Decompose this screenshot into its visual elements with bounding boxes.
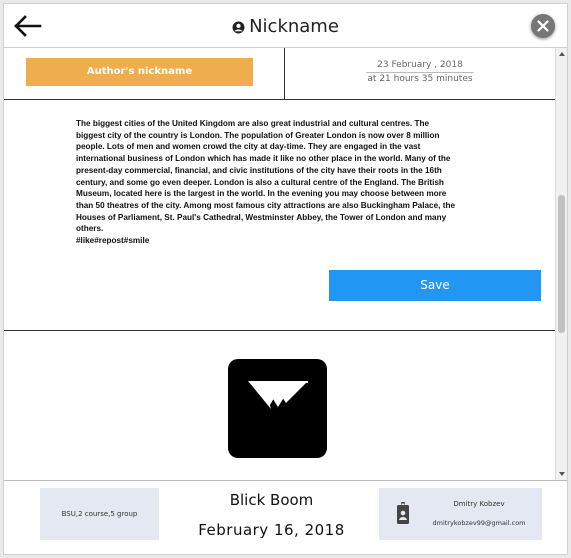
scroll-up-arrow-icon[interactable] xyxy=(557,49,567,59)
footer-bar: BSU,2 course,5 group Blick Boom February… xyxy=(4,480,567,554)
vertical-scrollbar[interactable] xyxy=(555,48,567,480)
post-scroll-area[interactable]: Author's nickname 23 February , 2018 at … xyxy=(4,48,567,480)
footer-group-text: BSU,2 course,5 group xyxy=(61,510,138,518)
post-date: 23 February , 2018 at 21 hours 35 minute… xyxy=(285,60,555,85)
footer-brand: Blick Boom February 16, 2018 xyxy=(164,491,379,539)
post-date-day: 23 February , 2018 xyxy=(377,60,463,70)
footer-date: February 16, 2018 xyxy=(198,521,345,539)
scroll-down-arrow-icon[interactable] xyxy=(557,469,567,479)
page-title: Nickname xyxy=(4,16,567,37)
account-circle-icon xyxy=(232,21,245,34)
scrollbar-thumb[interactable] xyxy=(558,195,565,333)
section-divider xyxy=(4,330,555,331)
post-meta-row: Author's nickname 23 February , 2018 at … xyxy=(4,48,555,100)
footer-title: Blick Boom xyxy=(229,491,314,509)
image-placeholder-icon xyxy=(248,381,308,409)
contact-email[interactable]: dmitrykobzev99@gmail.com xyxy=(419,519,539,527)
dialog-window: Nickname Author's nickname 23 February ,… xyxy=(3,3,568,555)
footer-info-card: BSU,2 course,5 group xyxy=(40,488,159,540)
badge-icon xyxy=(397,502,409,524)
post-body: The biggest cities of the United Kingdom… xyxy=(76,118,456,247)
close-button[interactable] xyxy=(531,14,555,38)
post-hashtags: #like#repost#smile xyxy=(76,236,150,246)
save-button[interactable]: Save xyxy=(329,270,541,301)
page-title-text: Nickname xyxy=(249,16,339,37)
date-underline xyxy=(366,72,474,73)
header-bar: Nickname xyxy=(4,4,567,48)
post-body-text: The biggest cities of the United Kingdom… xyxy=(76,119,455,234)
author-nickname-button[interactable]: Author's nickname xyxy=(26,58,253,86)
post-date-time: at 21 hours 35 minutes xyxy=(367,74,473,84)
post-image xyxy=(228,359,327,458)
contact-name: Dmitry Kobzev xyxy=(453,500,505,508)
close-icon xyxy=(537,20,549,32)
footer-contact-card: Dmitry Kobzev dmitrykobzev99@gmail.com xyxy=(379,488,542,540)
